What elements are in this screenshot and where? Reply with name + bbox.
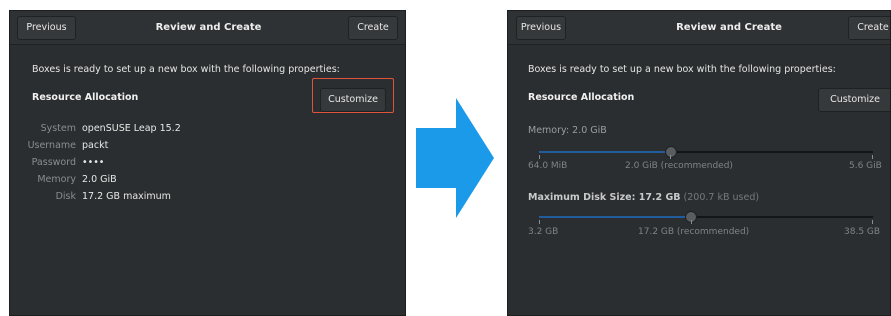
intro-text: Boxes is ready to set up a new box with … [32,64,340,75]
property-value: openSUSE Leap 15.2 [82,123,181,134]
disk-max-label: 38.5 GB [844,227,881,237]
property-label: Username [27,140,76,151]
customize-highlight [312,78,394,113]
slider-tick [539,220,540,224]
disk-slider[interactable] [539,211,873,223]
property-value: 2.0 GiB [82,174,117,185]
review-window: Previous Review and Create Create Boxes … [9,10,406,316]
slider-tick [872,220,873,224]
memory-slider[interactable] [539,146,873,158]
header-bar: Previous Review and Create Create [508,11,890,45]
memory-min-label: 64.0 MiB [528,161,568,171]
disk-size-text: Maximum Disk Size: 17.2 GB [528,192,681,203]
memory-slider-handle[interactable] [665,146,677,158]
customize-window: Previous Review and Create Create Boxes … [507,10,891,316]
customize-button[interactable]: Customize [818,88,890,112]
disk-slider-title: Maximum Disk Size: 17.2 GB (200.7 kB use… [528,192,759,203]
property-value: 17.2 GB maximum [82,191,171,202]
previous-button[interactable]: Previous [17,16,76,40]
property-label: System [40,123,76,134]
property-row-disk: Disk 17.2 GB maximum [10,191,405,205]
disk-min-label: 3.2 GB [528,227,559,237]
create-button[interactable]: Create [348,16,398,40]
slider-tick [872,155,873,159]
property-row-memory: Memory 2.0 GiB [10,174,405,188]
memory-recommended-label: 2.0 GiB (recommended) [625,161,733,171]
section-title: Resource Allocation [32,92,139,103]
slider-tick [539,155,540,159]
intro-text: Boxes is ready to set up a new box with … [528,64,836,75]
slider-tick [691,220,692,224]
property-value: packt [82,140,109,151]
property-value: •••• [82,157,105,168]
window-title: Review and Create [676,22,782,33]
property-row-password: Password •••• [10,157,405,171]
previous-button[interactable]: Previous [516,16,566,40]
header-bar: Previous Review and Create Create [10,11,405,45]
disk-recommended-label: 17.2 GB (recommended) [638,227,750,237]
right-arrow-icon [416,98,494,218]
property-row-system: System openSUSE Leap 15.2 [10,123,405,137]
memory-slider-fill [539,151,671,153]
disk-slider-fill [539,216,691,218]
create-button[interactable]: Create [848,16,890,40]
property-label: Disk [55,191,76,202]
section-title: Resource Allocation [528,92,635,103]
window-title: Review and Create [155,22,262,33]
property-label: Memory [37,174,76,185]
slider-tick [670,155,671,159]
property-row-username: Username packt [10,140,405,154]
disk-used-note: (200.7 kB used) [683,192,760,203]
property-label: Password [31,157,76,168]
memory-max-label: 5.6 GiB [849,161,882,171]
memory-slider-title: Memory: 2.0 GiB [528,125,607,136]
